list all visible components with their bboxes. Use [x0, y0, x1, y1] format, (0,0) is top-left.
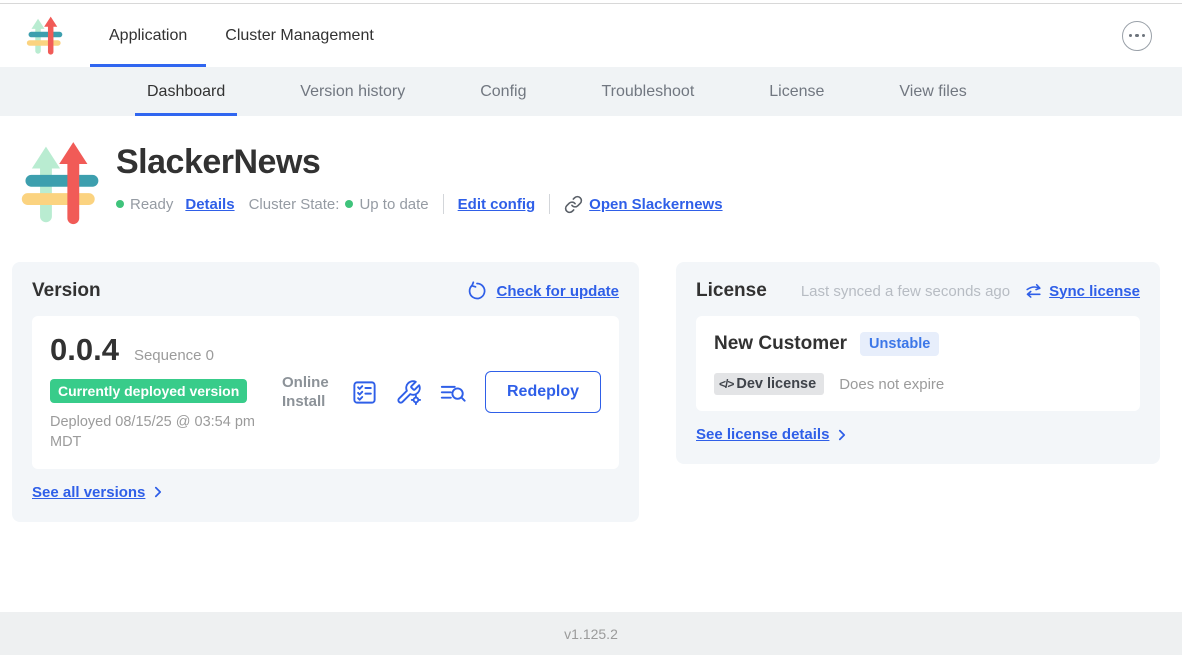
app-status-row: Ready Details Cluster State: Up to date … [116, 194, 723, 214]
check-for-update-link[interactable]: Check for update [496, 283, 619, 300]
tab-config[interactable]: Config [468, 67, 538, 116]
last-synced-text: Last synced a few seconds ago [801, 283, 1010, 300]
tab-version-history[interactable]: Version history [288, 67, 417, 116]
tab-view-files-label: View files [899, 83, 966, 101]
overflow-menu-button[interactable] [1122, 21, 1152, 51]
tab-dashboard[interactable]: Dashboard [135, 67, 237, 116]
tab-view-files[interactable]: View files [887, 67, 978, 116]
nav-tab-cluster-management-label: Cluster Management [225, 27, 374, 45]
cluster-state-value: Up to date [359, 196, 428, 213]
link-chain-icon [564, 195, 583, 214]
sync-license-link[interactable]: Sync license [1049, 283, 1140, 300]
dashboard-main: SlackerNews Ready Details Cluster State:… [0, 116, 1182, 612]
app-header: Application Cluster Management [0, 4, 1182, 67]
app-hero: SlackerNews Ready Details Cluster State:… [0, 116, 1182, 229]
version-card: Version Check for update 0.0.4 Sequ [12, 262, 639, 522]
nav-tab-cluster-management[interactable]: Cluster Management [206, 4, 393, 67]
tab-license[interactable]: License [757, 67, 836, 116]
details-link[interactable]: Details [185, 196, 234, 213]
tab-config-label: Config [480, 83, 526, 101]
license-card: License Last synced a few seconds ago [676, 262, 1160, 464]
sync-license-group[interactable]: Sync license [1024, 282, 1140, 301]
app-status-dot [116, 200, 124, 208]
version-number: 0.0.4 [50, 332, 119, 368]
app-logo-icon [26, 15, 66, 57]
preflight-checklist-icon[interactable] [351, 379, 378, 406]
current-version-panel: 0.0.4 Sequence 0 Currently deployed vers… [32, 316, 619, 469]
see-all-versions-group[interactable]: See all versions [32, 484, 165, 501]
customer-name: New Customer [714, 333, 847, 355]
sync-arrows-icon [1024, 282, 1043, 301]
view-logs-icon[interactable] [439, 379, 466, 406]
open-app-link-group[interactable]: Open Slackernews [564, 195, 722, 214]
app-subnav: Dashboard Version history Config Trouble… [0, 67, 1182, 116]
check-for-update-group[interactable]: Check for update [467, 281, 619, 301]
console-version: v1.125.2 [564, 626, 618, 642]
open-app-link[interactable]: Open Slackernews [589, 196, 722, 213]
divider [443, 194, 444, 214]
license-type-label: Dev license [736, 376, 816, 392]
license-expiry-text: Does not expire [839, 376, 944, 393]
code-icon: </> [719, 377, 733, 391]
install-type-label: Online Install [282, 373, 334, 412]
see-all-versions-link[interactable]: See all versions [32, 484, 145, 501]
version-card-title: Version [32, 280, 101, 302]
channel-badge: Unstable [860, 332, 939, 356]
see-license-details-link[interactable]: See license details [696, 426, 829, 443]
redeploy-button[interactable]: Redeploy [485, 371, 601, 413]
tab-troubleshoot-label: Troubleshoot [601, 83, 694, 101]
tab-dashboard-label: Dashboard [147, 83, 225, 101]
tab-version-history-label: Version history [300, 83, 405, 101]
license-card-title: License [696, 280, 767, 302]
app-status-text: Ready [130, 196, 173, 213]
cluster-state-label: Cluster State: [249, 196, 340, 213]
deployed-timestamp: Deployed 08/15/25 @ 03:54 pm MDT [50, 412, 265, 453]
config-wrench-icon[interactable] [395, 379, 422, 406]
nav-tab-application-label: Application [109, 27, 187, 45]
see-license-details-group[interactable]: See license details [696, 426, 849, 443]
tab-license-label: License [769, 83, 824, 101]
primary-nav: Application Cluster Management [90, 4, 393, 67]
cluster-state-dot [345, 200, 353, 208]
edit-config-link[interactable]: Edit config [458, 196, 536, 213]
divider [549, 194, 550, 214]
chevron-right-icon [835, 428, 849, 442]
console-footer: v1.125.2 [0, 612, 1182, 655]
nav-tab-application[interactable]: Application [90, 4, 206, 67]
deployed-status-badge: Currently deployed version [50, 379, 247, 403]
app-logo-large-icon [20, 139, 102, 229]
refresh-icon [467, 281, 487, 301]
ellipsis-icon [1129, 34, 1146, 38]
dashboard-cards: Version Check for update 0.0.4 Sequ [0, 229, 1182, 522]
chevron-right-icon [151, 485, 165, 499]
page-title: SlackerNews [116, 143, 723, 182]
license-type-badge: </> Dev license [714, 373, 824, 395]
version-sequence: Sequence 0 [134, 347, 214, 364]
tab-troubleshoot[interactable]: Troubleshoot [589, 67, 706, 116]
license-details-panel: New Customer Unstable </> Dev license Do… [696, 316, 1140, 411]
